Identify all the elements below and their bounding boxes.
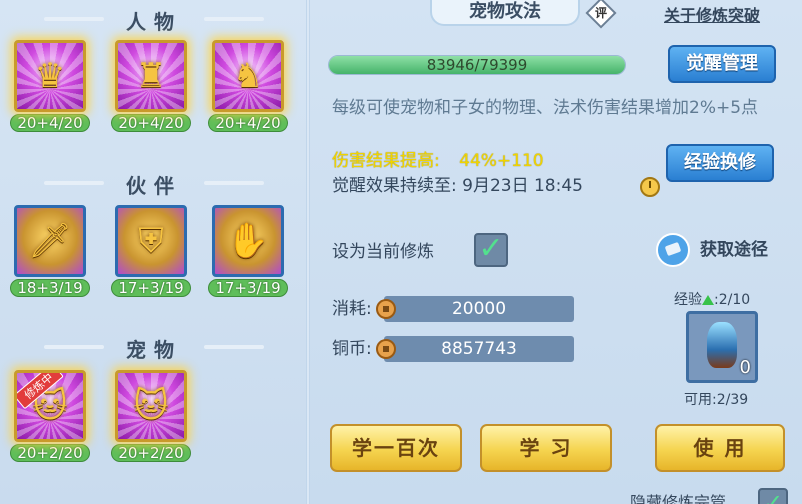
rating-badge[interactable]: 评 <box>585 0 617 29</box>
awaken-duration-row: 觉醒效果持续至: 9月23日 18:45 <box>332 175 583 197</box>
item-count: 0 <box>739 357 751 378</box>
set-current-label: 设为当前修炼 <box>332 242 434 262</box>
copper-coin-icon <box>376 299 396 319</box>
get-path-icon[interactable] <box>656 233 690 267</box>
pet-card-2[interactable]: 🐱 20+2/20 <box>111 370 191 462</box>
dragon-helmet-cultivation-icon: ♛ <box>34 56 66 96</box>
breakthrough-link[interactable]: 关于修炼突破 <box>664 2 760 26</box>
learn-hundred-button[interactable]: 学一百次 <box>330 424 462 472</box>
card-level: 20+4/20 <box>10 114 90 132</box>
damage-row: 伤害结果提高: 44%+110 <box>332 150 544 172</box>
awaken-duration-label: 觉醒效果持续至: <box>332 176 457 196</box>
card-level: 17+3/19 <box>111 279 191 297</box>
item-available: 可用:2/39 <box>684 392 749 408</box>
awaken-duration-value: 9月23日 18:45 <box>462 176 583 196</box>
partner-card-3[interactable]: ✋ 17+3/19 <box>208 205 288 297</box>
card-level: 20+4/20 <box>208 114 288 132</box>
card-level: 20+4/20 <box>111 114 191 132</box>
clock-icon[interactable] <box>640 177 660 197</box>
use-button[interactable]: 使 用 <box>655 424 785 472</box>
cultivation-list-panel: 人物 ♛ 20+4/20 ♜ 20+4/20 ♞ 20+4/20 伙伴 🗡 18… <box>0 0 308 504</box>
pet-defense-cultivation-icon: 🐱 <box>133 386 169 426</box>
card-level: 20+2/20 <box>10 444 90 462</box>
dragon-warrior-cultivation-icon: ♞ <box>232 56 264 96</box>
cost-label: 消耗: <box>332 299 372 319</box>
learn-button[interactable]: 学 习 <box>480 424 612 472</box>
damage-value: 44%+110 <box>459 151 544 171</box>
partner-card-2[interactable]: ⛨ 17+3/19 <box>111 205 191 297</box>
claw-lion-cultivation-icon: ✋ <box>226 221 270 261</box>
card-level: 17+3/19 <box>208 279 288 297</box>
card-level: 18+3/19 <box>10 279 90 297</box>
sword-lion-cultivation-icon: 🗡 <box>28 221 72 261</box>
cost-value-box: 20000 <box>376 296 574 322</box>
shield-lion-cultivation-icon: ⛨ <box>138 221 164 261</box>
pet-card-1[interactable]: 🐱 修炼中 20+2/20 <box>10 370 90 462</box>
cultivation-detail-panel: 宠物攻法 评 关于修炼突破 83946/79399 觉醒管理 每级可使宠物和子女… <box>310 0 802 504</box>
get-path-link[interactable]: 获取途径 <box>700 239 768 261</box>
exp-progress-bar: 83946/79399 <box>328 55 626 75</box>
copper-coin-icon <box>376 339 396 359</box>
skill-title: 宠物攻法 <box>430 0 580 26</box>
person-card-2[interactable]: ♜ 20+4/20 <box>111 40 191 132</box>
section-title-partner: 伙伴 <box>4 170 304 199</box>
section-title-person: 人物 <box>4 6 304 35</box>
dragon-armor-cultivation-icon: ♜ <box>135 56 167 96</box>
damage-label: 伤害结果提高: <box>332 151 440 171</box>
exp-item-slot[interactable]: 0 <box>686 311 758 383</box>
vase-item-icon <box>707 322 737 368</box>
set-current-checkbox[interactable]: ✓ <box>474 233 508 267</box>
copper-label: 铜币: <box>332 339 372 359</box>
exp-counter: 经验:2/10 <box>674 292 751 308</box>
hide-completed-checkbox[interactable]: ✓ <box>758 488 788 504</box>
progress-text: 83946/79399 <box>426 56 528 74</box>
copper-value-box: 8857743 <box>376 336 574 362</box>
person-card-1[interactable]: ♛ 20+4/20 <box>10 40 90 132</box>
partner-card-1[interactable]: 🗡 18+3/19 <box>10 205 90 297</box>
exp-exchange-button[interactable]: 经验换修 <box>666 144 774 182</box>
card-level: 20+2/20 <box>111 444 191 462</box>
skill-description: 每级可使宠物和子女的物理、法术伤害结果增加2%+5点 <box>332 98 759 118</box>
awaken-manage-button[interactable]: 觉醒管理 <box>668 45 776 83</box>
up-arrow-icon <box>702 295 714 305</box>
hide-completed-label: 隐藏修炼完管 <box>630 493 727 504</box>
person-card-3[interactable]: ♞ 20+4/20 <box>208 40 288 132</box>
section-title-pet: 宠物 <box>4 334 304 363</box>
